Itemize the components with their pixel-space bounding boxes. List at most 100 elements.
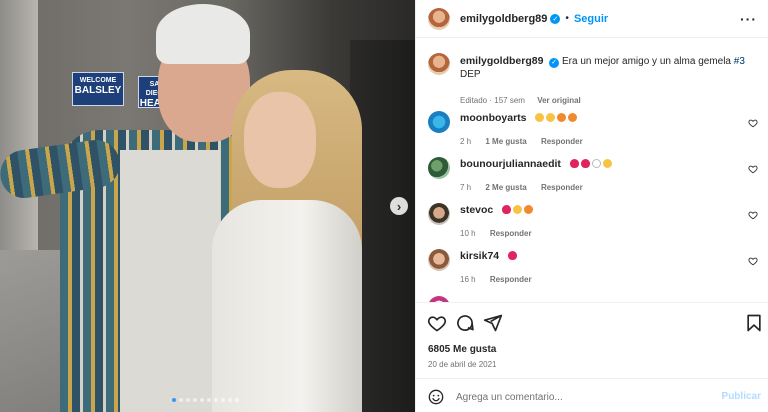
caption-body: Era un mejor amigo y un alma gemela <box>562 56 731 67</box>
comment-time[interactable]: 16 h <box>460 275 476 284</box>
comment-input[interactable] <box>456 388 706 406</box>
comment-icon[interactable] <box>455 313 475 333</box>
like-heart-icon[interactable] <box>427 313 447 333</box>
carousel-dot <box>193 398 197 402</box>
chevron-right-icon: › <box>396 198 402 214</box>
edited-label: Editado <box>460 96 488 105</box>
person-man-beanie <box>156 4 250 64</box>
person-woman <box>212 200 362 412</box>
reply-button[interactable]: Responder <box>490 275 532 284</box>
emoji-icon <box>513 205 523 214</box>
like-comment-heart-icon[interactable] <box>748 164 758 174</box>
emoji-icon <box>591 159 601 168</box>
carousel-dot <box>221 398 225 402</box>
bookmark-icon[interactable] <box>744 313 764 333</box>
caption-body-line2: DEP <box>460 69 481 80</box>
comment-item: bounourjuliannaedit 7 h 2 Me gusta Respo… <box>428 156 758 202</box>
emoji-icon <box>602 159 612 168</box>
post-details-panel: emilygoldberg89 ✓ • Seguir ··· emilygold… <box>415 0 768 412</box>
post-actions: 6805 Me gusta 20 de abril de 2021 Public… <box>416 302 768 412</box>
emoji-icon <box>569 159 579 168</box>
comment-item: kirsik74 16 h Responder <box>428 248 758 294</box>
carousel-dot <box>179 398 183 402</box>
emoji-icon <box>568 113 578 122</box>
commenter-avatar[interactable] <box>428 157 450 179</box>
emoji-icon <box>580 159 590 168</box>
comment-meta: 2 h 1 Me gusta Responder <box>460 137 595 146</box>
reply-button[interactable]: Responder <box>541 183 583 192</box>
carousel-dot <box>207 398 211 402</box>
post-header: emilygoldberg89 ✓ • Seguir ··· <box>416 0 768 38</box>
post-date[interactable]: 20 de abril de 2021 <box>428 360 497 369</box>
see-original-link[interactable]: Ver original <box>537 96 581 105</box>
like-comment-heart-icon[interactable] <box>748 256 758 266</box>
caption-meta: Editado · 157 sem Ver original <box>460 96 581 105</box>
carousel-dot <box>200 398 204 402</box>
comment-time[interactable]: 7 h <box>460 183 471 192</box>
verified-badge-icon: ✓ <box>550 13 561 24</box>
comment-meta: 10 h Responder <box>460 229 544 238</box>
comment-body: moonboyarts <box>460 112 578 124</box>
comment-item: moonboyarts 2 h 1 Me gusta Responder <box>428 110 758 156</box>
author-avatar[interactable] <box>428 53 450 75</box>
caption-age[interactable]: 157 sem <box>494 96 525 105</box>
street-sign: WELCOME BALSLEY <box>72 72 124 106</box>
carousel-dot <box>235 398 239 402</box>
commenter-username[interactable]: stevoc <box>460 204 493 216</box>
carousel-indicator <box>172 398 239 402</box>
comment-time[interactable]: 10 h <box>460 229 476 238</box>
emoji-icon <box>546 113 556 122</box>
carousel-dot <box>172 398 176 402</box>
reply-button[interactable]: Responder <box>541 137 583 146</box>
author-username[interactable]: emilygoldberg89 <box>460 13 547 25</box>
caption-text: emilygoldberg89 ✓ Era un mejor amigo y u… <box>460 55 760 81</box>
emoji-icon <box>524 205 534 214</box>
sign-text: BALSLEY <box>74 85 122 96</box>
sign-text: WELCOME <box>79 77 117 84</box>
comment-item: stevoc 10 h Responder <box>428 202 758 248</box>
comment-body: bounourjuliannaedit <box>460 158 612 170</box>
emoji-icon <box>507 251 517 260</box>
post-photo[interactable]: WELCOME BALSLEY SAN DIEGO HEADL › <box>0 0 415 412</box>
reply-button[interactable]: Responder <box>490 229 532 238</box>
emoji-icon <box>535 113 545 122</box>
caption-username[interactable]: emilygoldberg89 <box>460 55 543 67</box>
commenter-avatar[interactable] <box>428 203 450 225</box>
publish-button[interactable]: Publicar <box>722 391 761 402</box>
comment-likes[interactable]: 2 Me gusta <box>485 183 526 192</box>
person-man-shirt <box>120 150 220 412</box>
likes-count[interactable]: 6805 Me gusta <box>428 344 496 355</box>
comment-body: kirsik74 <box>460 250 517 262</box>
commenter-username[interactable]: kirsik74 <box>460 250 499 262</box>
photo-pillar <box>0 0 38 290</box>
comment-time[interactable]: 2 h <box>460 137 471 146</box>
commenter-username[interactable]: bounourjuliannaedit <box>460 158 561 170</box>
carousel-dot <box>228 398 232 402</box>
like-comment-heart-icon[interactable] <box>748 210 758 220</box>
commenter-avatar[interactable] <box>428 249 450 271</box>
more-options-icon[interactable]: ··· <box>740 11 757 27</box>
commenter-avatar[interactable] <box>428 111 450 133</box>
add-comment-bar: Publicar <box>416 378 768 412</box>
next-photo-button[interactable]: › <box>390 197 408 215</box>
emoji-picker-icon[interactable] <box>428 389 444 405</box>
like-comment-heart-icon[interactable] <box>748 118 758 128</box>
person-woman-face <box>244 92 316 188</box>
comment-body: stevoc <box>460 204 534 216</box>
follow-button[interactable]: Seguir <box>574 13 608 25</box>
author-avatar[interactable] <box>428 7 450 30</box>
caption-hashtag[interactable]: #3 <box>734 56 745 67</box>
carousel-dot <box>186 398 190 402</box>
comment-meta: 16 h Responder <box>460 275 544 284</box>
verified-badge-icon: ✓ <box>549 57 560 68</box>
emoji-icon <box>502 205 512 214</box>
comment-meta: 7 h 2 Me gusta Responder <box>460 183 595 192</box>
meta-dot: · <box>489 96 493 105</box>
comments-scroll-area[interactable]: emilygoldberg89 ✓ Era un mejor amigo y u… <box>416 38 768 302</box>
commenter-username[interactable]: moonboyarts <box>460 112 527 124</box>
carousel-dot <box>214 398 218 402</box>
emoji-icon <box>557 113 567 122</box>
share-icon[interactable] <box>483 313 503 333</box>
comment-likes[interactable]: 1 Me gusta <box>485 137 526 146</box>
header-separator: • <box>565 13 569 24</box>
